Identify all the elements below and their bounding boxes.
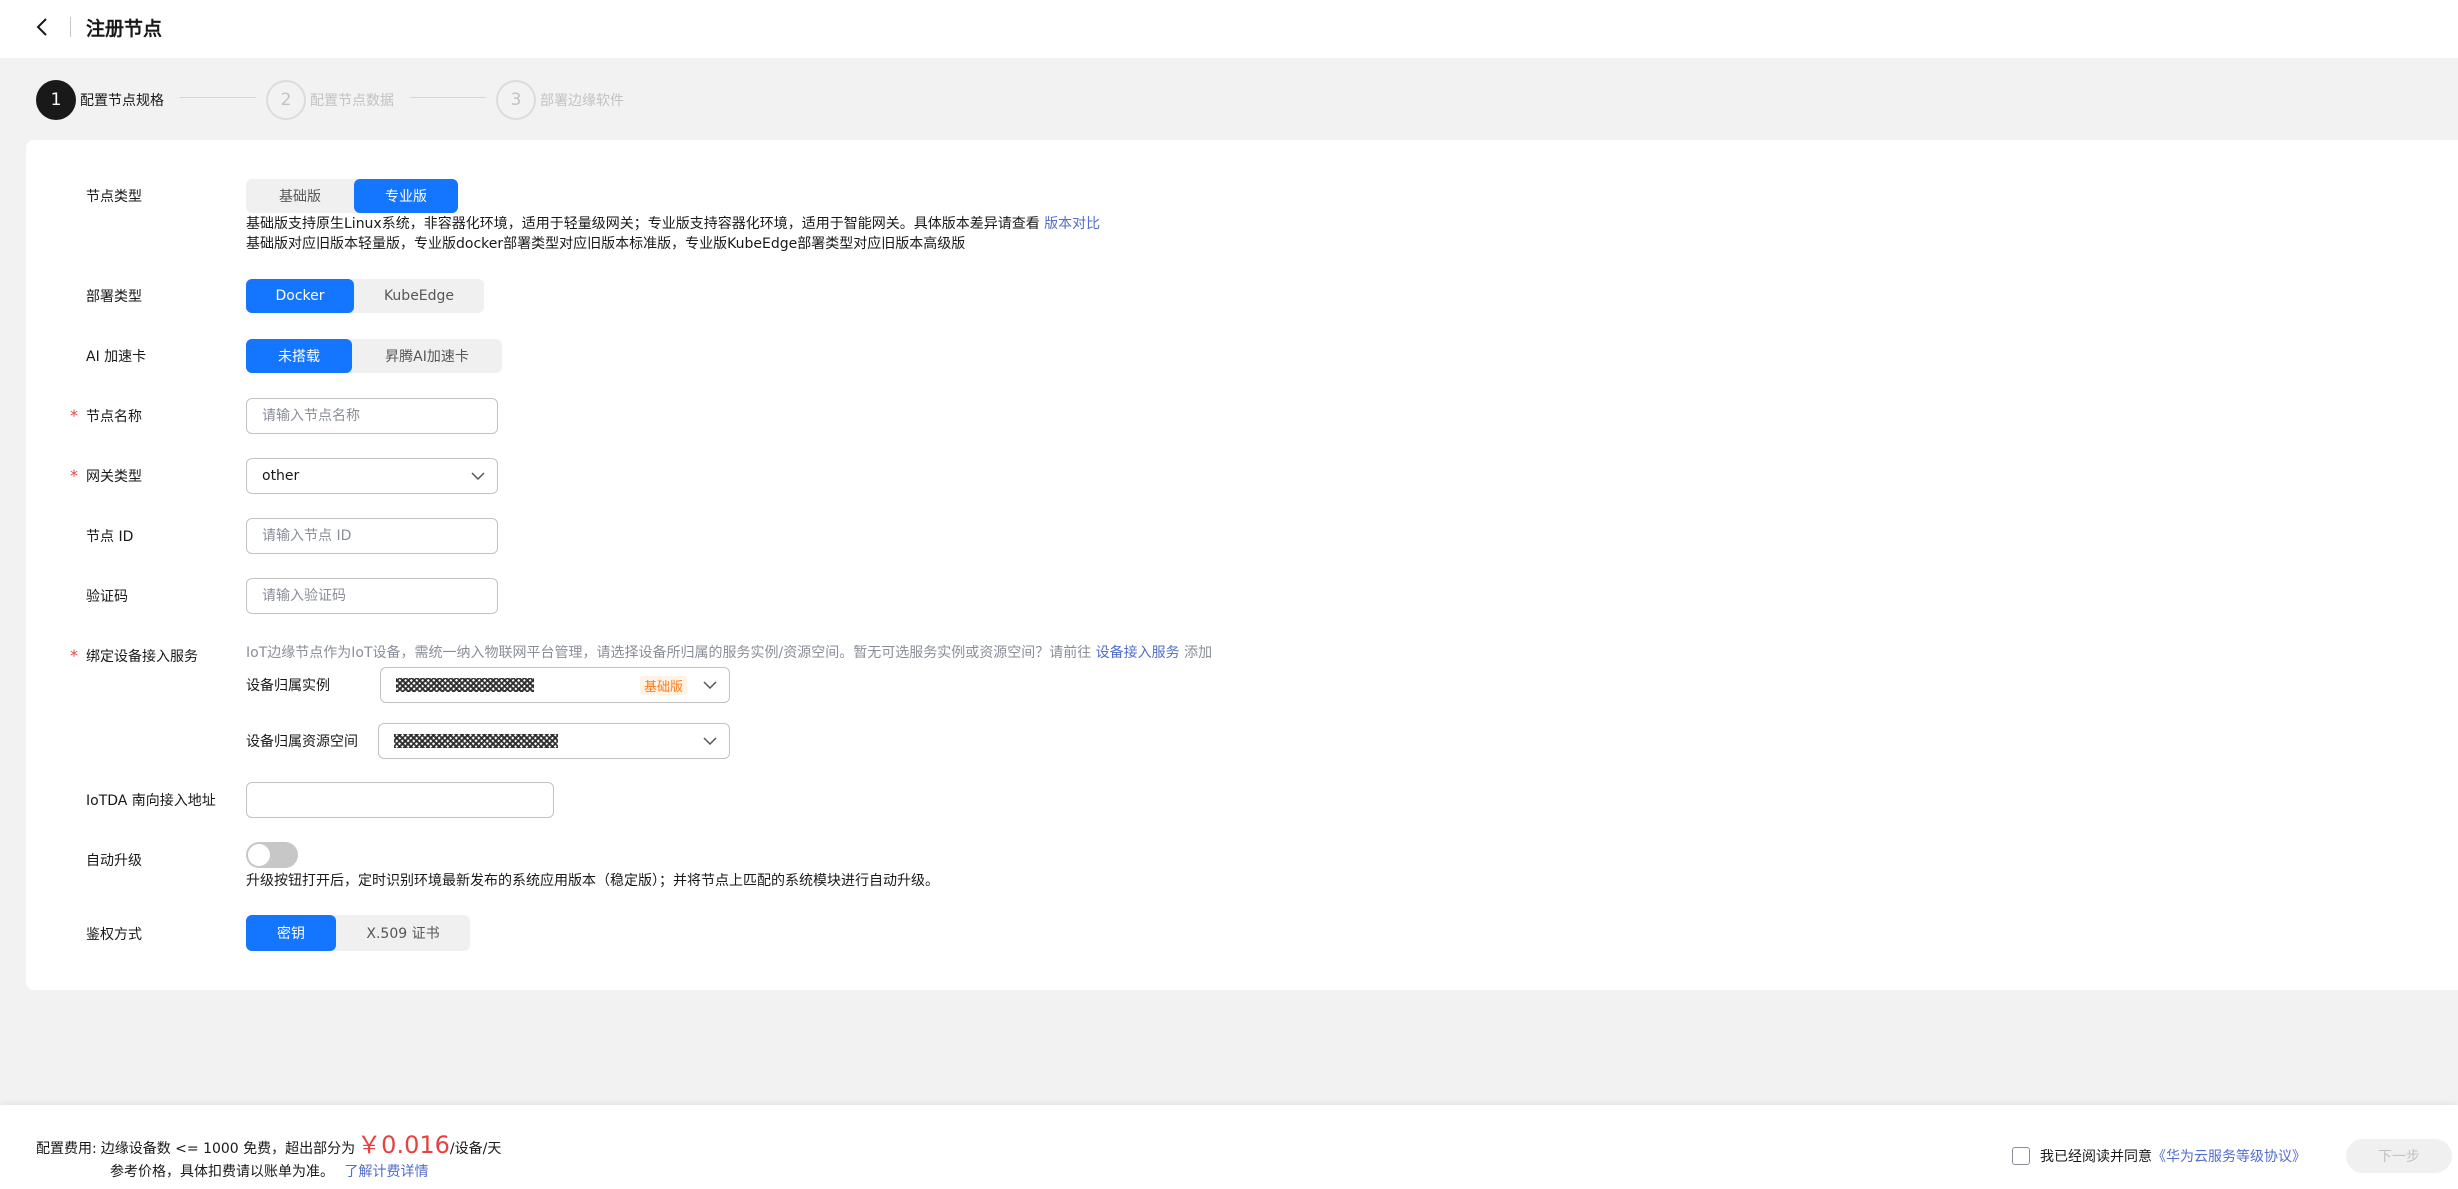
verify-code-label: 验证码	[86, 589, 128, 605]
deploy-type-segment: Docker KubeEdge	[246, 279, 484, 313]
instance-select[interactable]: 基础版	[380, 667, 730, 703]
ai-card-none-option[interactable]: 未搭载	[246, 339, 352, 373]
redacted-value	[396, 678, 534, 692]
node-type-pro-option[interactable]: 专业版	[354, 179, 458, 213]
bind-service-hint-text: IoT边缘节点作为IoT设备，需统一纳入物联网平台管理，请选择设备所归属的服务实…	[246, 645, 1092, 661]
fee-prefix: 配置费用:	[36, 1141, 97, 1157]
step-2-label: 配置节点数据	[310, 93, 394, 109]
agree-text: 我已经阅读并同意	[2040, 1149, 2152, 1165]
step-connector-1	[180, 97, 256, 98]
ai-card-ascend-option[interactable]: 昇腾AI加速卡	[352, 339, 502, 373]
form-card	[26, 140, 2458, 990]
node-type-basic-option[interactable]: 基础版	[246, 179, 354, 213]
node-type-segment: 基础版 专业版	[246, 179, 458, 213]
step-1-number: 1	[36, 80, 76, 120]
step-3-label: 部署边缘软件	[540, 93, 624, 109]
instance-value	[396, 677, 640, 693]
toggle-knob	[248, 844, 270, 866]
resource-space-select[interactable]	[378, 723, 730, 759]
chevron-down-icon	[471, 469, 485, 483]
fee-note-text: 参考价格，具体扣费请以账单为准。	[110, 1164, 334, 1180]
gateway-type-label: 网关类型	[86, 469, 142, 485]
chevron-left-icon	[36, 18, 47, 36]
auth-mode-segment: 密钥 X.509 证书	[246, 915, 470, 951]
bind-service-hint: IoT边缘节点作为IoT设备，需统一纳入物联网平台管理，请选择设备所归属的服务实…	[246, 643, 1212, 663]
iotda-address-label: IoTDA 南向接入地址	[86, 793, 216, 809]
node-type-label: 节点类型	[86, 189, 142, 205]
step-connector-2	[410, 97, 486, 98]
node-type-hint-text: 基础版支持原生Linux系统，非容器化环境，适用于轻量级网关；专业版支持容器化环…	[246, 216, 1040, 232]
required-mark: *	[70, 406, 78, 425]
required-mark: *	[70, 646, 78, 665]
header-divider	[70, 17, 71, 37]
iotda-address-input[interactable]	[246, 782, 554, 818]
instance-label: 设备归属实例	[246, 678, 330, 694]
resource-space-value	[394, 733, 703, 749]
resource-space-label: 设备归属资源空间	[246, 734, 358, 750]
auto-upgrade-toggle[interactable]	[246, 842, 298, 868]
auto-upgrade-label: 自动升级	[86, 853, 142, 869]
node-id-input[interactable]	[246, 518, 498, 554]
chevron-down-icon	[703, 678, 717, 692]
redacted-value	[394, 734, 558, 748]
ai-card-segment: 未搭载 昇腾AI加速卡	[246, 339, 502, 373]
step-2-number: 2	[266, 80, 306, 120]
bind-service-label: 绑定设备接入服务	[86, 649, 198, 665]
agree-checkbox[interactable]	[2012, 1147, 2030, 1165]
node-name-input[interactable]	[246, 398, 498, 434]
stepper: 1 配置节点规格 2 配置节点数据 3 部署边缘软件	[0, 58, 2458, 138]
step-3-number: 3	[496, 80, 536, 120]
page-title: 注册节点	[86, 18, 163, 40]
instance-edition-badge: 基础版	[639, 675, 687, 695]
node-id-label: 节点 ID	[86, 529, 134, 545]
fee-summary: 配置费用: 边缘设备数 <= 1000 免费，超出部分为 ￥0.016 /设备/…	[36, 1125, 501, 1160]
bind-service-hint-suffix: 添加	[1184, 645, 1213, 661]
auth-mode-secret-option[interactable]: 密钥	[246, 915, 336, 951]
agreement: 我已经阅读并同意 《华为云服务等级协议》	[2012, 1146, 2306, 1166]
deploy-type-docker-option[interactable]: Docker	[246, 279, 354, 313]
gateway-type-value: other	[262, 468, 300, 484]
deploy-type-kubeedge-option[interactable]: KubeEdge	[354, 279, 484, 313]
auth-mode-x509-option[interactable]: X.509 证书	[336, 915, 470, 951]
node-type-hint-2: 基础版对应旧版本轻量版，专业版docker部署类型对应旧版本标准版，专业版Kub…	[246, 236, 966, 252]
step-2: 2 配置节点数据	[266, 80, 394, 120]
fee-note: 参考价格，具体扣费请以账单为准。 了解计费详情	[110, 1161, 428, 1181]
step-1-label: 配置节点规格	[80, 93, 164, 109]
fee-unit: /设备/天	[449, 1141, 502, 1157]
auto-upgrade-hint: 升级按钮打开后，定时识别环境最新发布的系统应用版本（稳定版）；并将节点上匹配的系…	[246, 873, 939, 889]
sla-link[interactable]: 《华为云服务等级协议》	[2152, 1146, 2306, 1166]
required-mark: *	[70, 466, 78, 485]
deploy-type-label: 部署类型	[86, 289, 142, 305]
fee-text: 边缘设备数 <= 1000 免费，超出部分为	[100, 1141, 356, 1157]
gateway-type-select[interactable]: other	[246, 458, 498, 494]
step-3: 3 部署边缘软件	[496, 80, 624, 120]
top-bar: 注册节点	[0, 0, 2458, 58]
node-name-label: 节点名称	[86, 409, 142, 425]
fee-price: ￥0.016	[357, 1131, 450, 1159]
verify-code-input[interactable]	[246, 578, 498, 614]
node-type-hint-1: 基础版支持原生Linux系统，非容器化环境，适用于轻量级网关；专业版支持容器化环…	[246, 214, 1100, 234]
device-access-service-link[interactable]: 设备接入服务	[1096, 645, 1180, 661]
billing-details-link[interactable]: 了解计费详情	[344, 1164, 428, 1180]
next-button[interactable]: 下一步	[2346, 1139, 2452, 1173]
back-button[interactable]	[30, 14, 54, 40]
step-1: 1 配置节点规格	[36, 80, 164, 120]
ai-card-label: AI 加速卡	[86, 349, 147, 365]
auth-mode-label: 鉴权方式	[86, 927, 142, 943]
chevron-down-icon	[703, 734, 717, 748]
version-compare-link[interactable]: 版本对比	[1044, 216, 1100, 232]
